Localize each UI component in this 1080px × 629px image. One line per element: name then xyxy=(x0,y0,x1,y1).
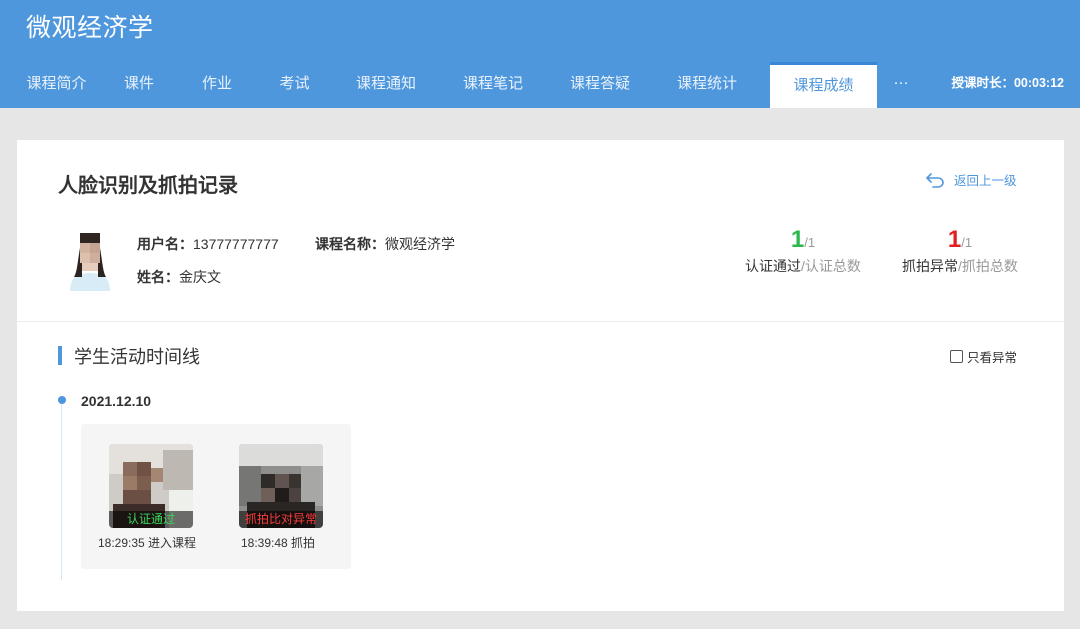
capture-abnormal-label: 抓拍异常 xyxy=(902,258,959,274)
snapshot-status-pass: 认证通过 xyxy=(109,511,193,528)
snapshot-caption: 18:39:48 抓拍 xyxy=(241,536,316,550)
course-value: 微观经济学 xyxy=(385,236,455,252)
auth-total-count: /1 xyxy=(804,235,816,250)
snapshot-entry-course[interactable]: 认证通过 xyxy=(109,444,193,528)
snapshot-status-abnormal: 抓拍比对异常 xyxy=(239,511,323,528)
more-tabs-button[interactable]: ··· xyxy=(888,62,914,108)
abnormal-only-label: 只看异常 xyxy=(967,351,1018,365)
teaching-duration: 授课时长：00:03:12 xyxy=(951,76,1064,90)
page-title: 人脸识别及抓拍记录 xyxy=(58,175,238,197)
tab-exam[interactable]: 考试 xyxy=(269,62,320,108)
capture-total-label: /抓拍总数 xyxy=(958,258,1018,274)
timeline-line xyxy=(61,404,62,580)
username-label: 用户名： xyxy=(137,236,193,252)
course-info: 课程名称：微观经济学 xyxy=(315,234,455,254)
capture-stat: 1/1 抓拍异常/抓拍总数 xyxy=(890,226,1030,276)
capture-total-count: /1 xyxy=(961,235,973,250)
app-title: 微观经济学 xyxy=(26,14,154,42)
tab-course-grades[interactable]: 课程成绩 xyxy=(770,62,877,108)
course-label: 课程名称： xyxy=(315,236,385,252)
name-info: 姓名：金庆文 xyxy=(137,267,221,287)
tab-course-intro[interactable]: 课程简介 xyxy=(0,62,113,108)
course-tabs: 课程简介 课件 作业 考试 课程通知 课程笔记 课程答疑 课程统计 课程成绩 xyxy=(0,62,877,108)
tab-course-notes[interactable]: 课程笔记 xyxy=(452,62,534,108)
abnormal-only-checkbox[interactable] xyxy=(950,350,963,363)
name-label: 姓名： xyxy=(137,269,179,285)
snapshot-capture[interactable]: 抓拍比对异常 xyxy=(239,444,323,528)
timeline-dot xyxy=(58,396,66,404)
student-avatar xyxy=(58,227,122,291)
section-title: 学生活动时间线 xyxy=(74,347,200,367)
back-arrow-icon xyxy=(926,172,944,188)
tab-course-notice[interactable]: 课程通知 xyxy=(320,62,452,108)
auth-stat: 1/1 认证通过/认证总数 xyxy=(733,226,873,276)
auth-pass-label: 认证通过 xyxy=(745,258,802,274)
tab-course-qa[interactable]: 课程答疑 xyxy=(534,62,666,108)
snapshot-caption: 18:29:35 进入课程 xyxy=(98,536,197,550)
username-value: 13777777777 xyxy=(193,236,279,252)
name-value: 金庆文 xyxy=(179,269,221,285)
back-button[interactable]: 返回上一级 xyxy=(925,170,1017,189)
auth-pass-count: 1 xyxy=(790,226,805,253)
section-marker xyxy=(58,346,62,365)
username-info: 用户名：13777777777 xyxy=(137,234,279,254)
top-bar: 微观经济学 课程简介 课件 作业 考试 课程通知 课程笔记 课程答疑 课程统计 … xyxy=(0,0,1080,108)
tab-course-stats[interactable]: 课程统计 xyxy=(666,62,748,108)
back-label: 返回上一级 xyxy=(954,174,1017,188)
timeline-entry: 认证通过 18:29:35 进入课程 抓拍比对异常 18:39:48 抓拍 xyxy=(81,424,351,569)
timeline-date: 2021.12.10 xyxy=(81,393,152,409)
abnormal-only-filter[interactable]: 只看异常 xyxy=(950,347,1017,366)
tab-courseware[interactable]: 课件 xyxy=(113,62,165,108)
face-record-card: 人脸识别及抓拍记录 返回上一级 用户名：13777777777 课程名称：微观经… xyxy=(17,140,1064,611)
divider xyxy=(17,321,1064,322)
auth-total-label: /认证总数 xyxy=(801,258,861,274)
capture-abnormal-count: 1 xyxy=(947,226,962,253)
tab-homework[interactable]: 作业 xyxy=(165,62,269,108)
